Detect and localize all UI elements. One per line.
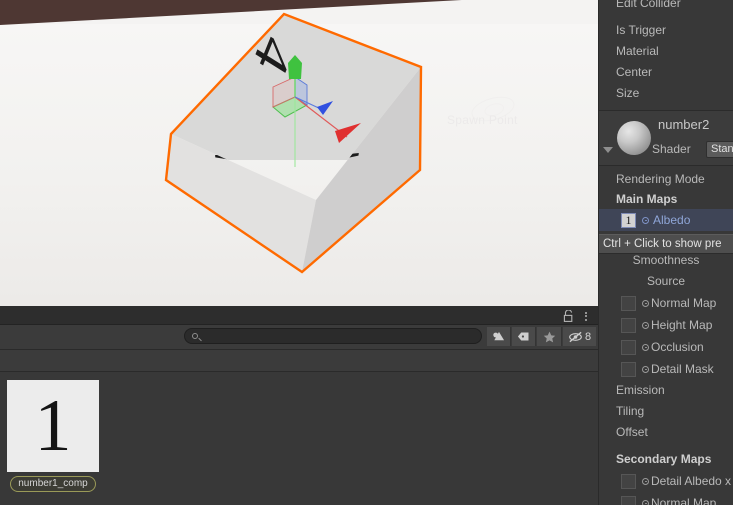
object-picker-icon[interactable] — [642, 366, 649, 373]
star-icon — [543, 331, 556, 343]
project-toolbar: 8 — [0, 325, 598, 350]
label-tag-filter-icon — [517, 331, 530, 342]
project-breadcrumb-bar[interactable] — [0, 350, 598, 372]
filter-by-label-button[interactable] — [512, 327, 536, 346]
asset-item[interactable]: 1 number1_comp — [7, 380, 99, 492]
inspector-row-edit-collider[interactable]: Edit Collider — [599, 0, 733, 14]
object-picker-icon[interactable] — [642, 478, 649, 485]
inspector-row-normal-map[interactable]: Normal Map — [599, 292, 733, 314]
filter-favorites-button[interactable] — [537, 327, 562, 346]
kebab-menu-icon[interactable] — [580, 310, 592, 322]
detail-albedo-slot[interactable] — [621, 474, 636, 489]
unity-editor-window: Spawn Point 4 T 1 — [0, 0, 733, 505]
inspector-row-emission[interactable]: Emission — [599, 380, 733, 401]
occlusion-map-slot[interactable] — [621, 340, 636, 355]
inspector-row-detail-mask[interactable]: Detail Mask — [599, 358, 733, 380]
object-picker-icon[interactable] — [642, 217, 649, 224]
detail-mask-label: Detail Mask — [651, 362, 714, 376]
inspector-row-height-map[interactable]: Height Map — [599, 314, 733, 336]
inspector-row-source[interactable]: Source — [599, 271, 733, 292]
spawn-point-label: Spawn Point — [447, 113, 518, 127]
inspector-row-detail-albedo[interactable]: Detail Albedo x — [599, 470, 733, 492]
height-map-slot[interactable] — [621, 318, 636, 333]
inspector-row-smoothness[interactable]: Smoothness — [599, 250, 733, 271]
move-gizmo[interactable] — [255, 55, 375, 170]
gizmo-arrow-x — [335, 123, 361, 143]
secondary-normal-map-slot[interactable] — [621, 496, 636, 505]
object-type-filter-icon — [492, 330, 505, 343]
object-picker-icon[interactable] — [642, 322, 649, 329]
object-picker-icon[interactable] — [642, 500, 649, 505]
hidden-count-label: 8 — [585, 331, 591, 343]
height-map-label: Height Map — [651, 318, 712, 332]
filter-by-type-button[interactable] — [487, 327, 511, 346]
left-column: Spawn Point 4 T 1 — [0, 0, 598, 505]
lock-icon[interactable] — [563, 310, 574, 322]
inspector-row-secondary-normal-map[interactable]: Normal Map — [599, 492, 733, 505]
asset-thumbnail-glyph: 1 — [35, 391, 72, 461]
albedo-label: Albedo — [653, 213, 690, 227]
gizmo-arrow-z — [317, 101, 333, 115]
object-picker-icon[interactable] — [642, 344, 649, 351]
shader-label: Shader — [652, 142, 691, 156]
inspector-row-center[interactable]: Center — [599, 62, 733, 83]
asset-thumbnail[interactable]: 1 — [7, 380, 99, 472]
inspector-row-albedo[interactable]: 1 Albedo — [599, 209, 733, 231]
asset-name-label[interactable]: number1_comp — [10, 476, 95, 492]
gizmo-arrow-y — [288, 55, 302, 79]
project-asset-grid[interactable]: 1 number1_comp — [0, 372, 598, 505]
inspector-panel: Edit Collider Is Trigger Material Center… — [598, 0, 733, 505]
scene-viewport[interactable]: Spawn Point 4 T 1 — [0, 0, 598, 306]
material-header: number2 Shader Standard — [599, 110, 733, 166]
inspector-row-offset[interactable]: Offset — [599, 422, 733, 443]
albedo-texture-thumbnail[interactable]: 1 — [621, 213, 636, 228]
inspector-row-occlusion[interactable]: Occlusion — [599, 336, 733, 358]
inspector-row-secondary-maps: Secondary Maps — [599, 449, 733, 470]
albedo-thumbnail-glyph: 1 — [626, 214, 632, 226]
normal-map-label: Normal Map — [651, 296, 716, 310]
object-picker-icon[interactable] — [642, 300, 649, 307]
occlusion-label: Occlusion — [651, 340, 704, 354]
inspector-row-main-maps: Main Maps — [599, 190, 733, 209]
filter-hidden-button[interactable]: 8 — [563, 327, 596, 346]
normal-map-slot[interactable] — [621, 296, 636, 311]
detail-mask-slot[interactable] — [621, 362, 636, 377]
inspector-row-is-trigger[interactable]: Is Trigger — [599, 20, 733, 41]
inspector-row-rendering-mode[interactable]: Rendering Mode — [599, 169, 733, 190]
search-icon — [192, 333, 198, 339]
secondary-normal-map-label: Normal Map — [651, 496, 716, 505]
shader-dropdown[interactable]: Standard — [706, 141, 733, 158]
eye-slash-icon — [568, 331, 583, 343]
project-tabbar — [0, 306, 598, 325]
inspector-row-tiling[interactable]: Tiling — [599, 401, 733, 422]
inspector-row-material[interactable]: Material — [599, 41, 733, 62]
search-input[interactable] — [184, 328, 482, 344]
material-name: number2 — [658, 117, 709, 132]
material-sphere-preview — [617, 121, 651, 155]
triangle-down-icon[interactable] — [603, 147, 613, 153]
inspector-row-size[interactable]: Size — [599, 83, 733, 104]
project-panel: 8 1 number1_comp — [0, 306, 598, 505]
detail-albedo-label: Detail Albedo x — [651, 474, 731, 488]
